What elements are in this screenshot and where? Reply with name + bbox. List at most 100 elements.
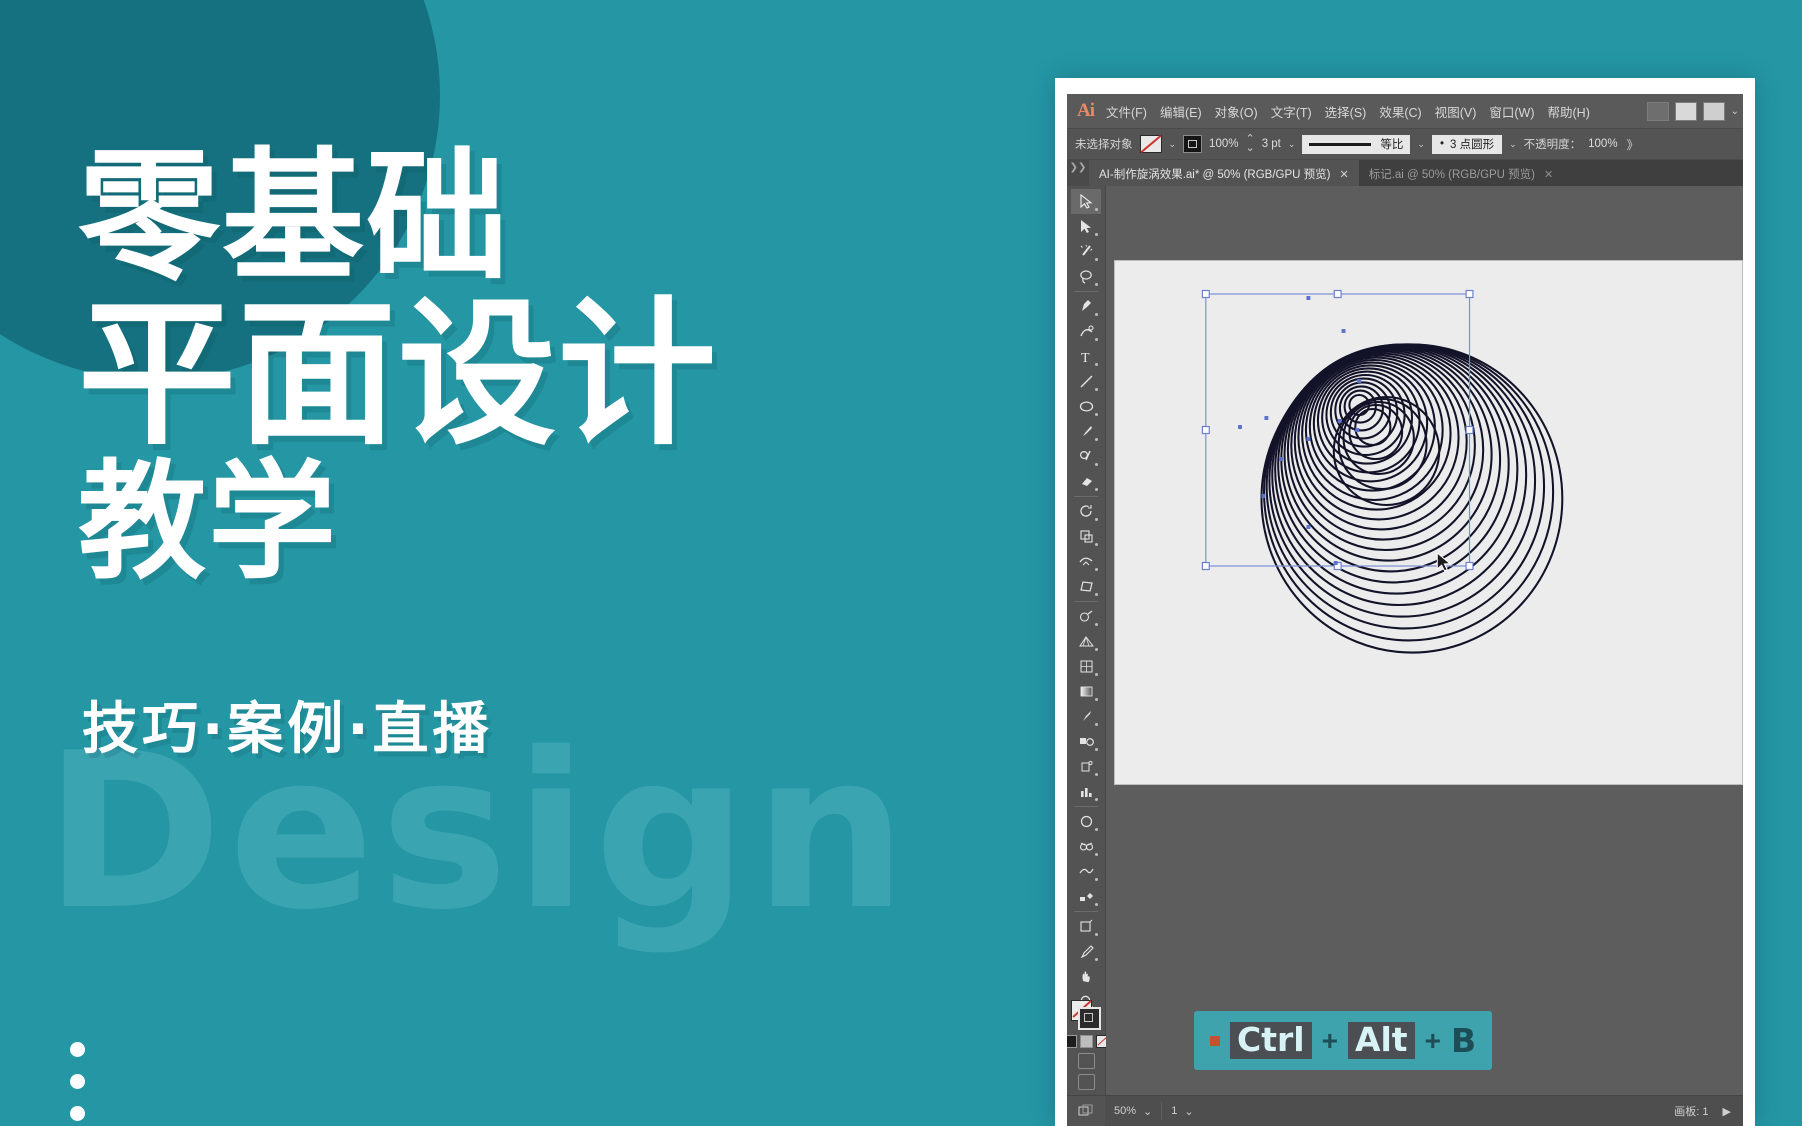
- stroke-profile-chevron-down-icon[interactable]: ⌄: [1417, 139, 1425, 150]
- status-bar-right: 画板: 1 ▶: [1674, 1103, 1743, 1119]
- zoom-area-tool[interactable]: [1071, 884, 1101, 909]
- page-chevron-down-icon[interactable]: ⌄: [1184, 1105, 1193, 1118]
- menu-select[interactable]: 选择(S): [1325, 102, 1367, 121]
- stroke-profile-select[interactable]: 等比: [1302, 134, 1411, 154]
- tool-divider: [1074, 911, 1098, 912]
- pencil-tool[interactable]: [1071, 939, 1101, 964]
- stroke-swatch-icon[interactable]: [1183, 135, 1203, 153]
- slice-tool[interactable]: [1071, 834, 1101, 859]
- svg-text:T: T: [1081, 351, 1090, 364]
- close-icon[interactable]: ✕: [1544, 168, 1553, 181]
- blend-tool[interactable]: [1071, 729, 1101, 754]
- hand-tool[interactable]: [1071, 964, 1101, 989]
- screen-mode-icon[interactable]: [1077, 1074, 1095, 1090]
- close-icon[interactable]: ✕: [1339, 168, 1348, 181]
- tab-document-1[interactable]: AI-制作旋涡效果.ai* @ 50% (RGB/GPU 预览) ✕: [1089, 160, 1359, 188]
- tool-divider: [1074, 601, 1098, 602]
- zoom-chevron-down-icon[interactable]: ⌄: [1143, 1105, 1152, 1118]
- selection-tool[interactable]: [1071, 189, 1101, 214]
- pen-tool[interactable]: [1071, 294, 1101, 319]
- column-graph-tool[interactable]: [1071, 779, 1101, 804]
- type-tool[interactable]: T: [1071, 344, 1101, 369]
- stroke-weight-chevron-down-icon[interactable]: ⌄: [1288, 139, 1296, 150]
- width-tool[interactable]: [1071, 549, 1101, 574]
- menu-object[interactable]: 对象(O): [1215, 102, 1258, 121]
- menu-type[interactable]: 文字(T): [1271, 102, 1312, 121]
- free-transform-tool[interactable]: [1071, 574, 1101, 599]
- color-mode-buttons: [1067, 1035, 1109, 1048]
- stroke-profile-label: 等比: [1380, 139, 1404, 151]
- brush-definition-select[interactable]: • 3 点圆形: [1431, 134, 1503, 154]
- paintbrush-tool[interactable]: [1071, 419, 1101, 444]
- workspace-body: T Ctrl + Alt + B: [1067, 186, 1743, 1096]
- artboard-frame-tool[interactable]: [1071, 914, 1101, 939]
- eraser-tool[interactable]: [1071, 469, 1101, 494]
- tab-document-1-title: AI-制作旋涡效果.ai* @ 50% (RGB/GPU 预览): [1099, 169, 1331, 181]
- plus-sign-1: +: [1321, 1024, 1338, 1056]
- gradient-button-icon[interactable]: [1079, 1035, 1093, 1048]
- menu-bar-right-controls: ⌄: [1646, 94, 1739, 128]
- control-bar-overflow-icon[interactable]: 》: [1627, 136, 1639, 153]
- key-alt: Alt: [1347, 1022, 1415, 1059]
- status-bar: 50% ⌄ 1 ⌄ 画板: 1 ▶: [1067, 1095, 1743, 1126]
- keyboard-shortcut-overlay: Ctrl + Alt + B: [1194, 1011, 1493, 1070]
- fill-swatch-none-icon[interactable]: [1139, 135, 1162, 153]
- arrange-documents-icon[interactable]: [1646, 101, 1669, 121]
- key-ctrl: Ctrl: [1230, 1022, 1312, 1059]
- line-segment-tool[interactable]: [1071, 369, 1101, 394]
- opacity-value[interactable]: 100%: [1588, 138, 1617, 150]
- tab-document-2[interactable]: 标记.ai @ 50% (RGB/GPU 预览) ✕: [1358, 160, 1564, 188]
- rotate-tool[interactable]: [1071, 499, 1101, 524]
- adobe-stock-icon[interactable]: [1674, 101, 1697, 121]
- fill-chevron-down-icon[interactable]: ⌄: [1169, 139, 1177, 150]
- eyedropper-tool[interactable]: [1071, 704, 1101, 729]
- mesh-tool[interactable]: [1071, 654, 1101, 679]
- perspective-grid-tool[interactable]: [1071, 629, 1101, 654]
- decorative-dots: [70, 1042, 85, 1126]
- page-number-field[interactable]: 1 ⌄: [1162, 1105, 1202, 1118]
- title-line-3: 教学: [78, 447, 339, 597]
- menu-edit[interactable]: 编辑(E): [1160, 102, 1202, 121]
- zoom-level-field[interactable]: 50% ⌄: [1105, 1105, 1161, 1118]
- next-artboard-icon[interactable]: ▶: [1723, 1105, 1731, 1118]
- scale-tool[interactable]: [1071, 524, 1101, 549]
- shape-builder-tool[interactable]: [1071, 604, 1101, 629]
- illustrator-window-inner: Ai 文件(F) 编辑(E) 对象(O) 文字(T) 选择(S) 效果(C) 视…: [1067, 94, 1743, 1126]
- artboard[interactable]: [1114, 260, 1743, 785]
- ellipse-tool[interactable]: [1071, 394, 1101, 419]
- brush-chevron-down-icon[interactable]: ⌄: [1509, 139, 1517, 150]
- menu-file[interactable]: 文件(F): [1106, 102, 1147, 121]
- poster-canvas: Design 零基础 平面设计 教学 技巧·案例·直播 Ai 文件(F) 编辑(…: [0, 0, 1802, 1126]
- curvature-tool[interactable]: [1071, 319, 1101, 344]
- stroke-weight-stepper[interactable]: ⌃ ⌄: [1245, 134, 1254, 154]
- magic-wand-tool[interactable]: [1071, 239, 1101, 264]
- direct-selection-tool[interactable]: [1071, 214, 1101, 239]
- symbol-sprayer-tool[interactable]: [1071, 754, 1101, 779]
- puppet-warp-tool[interactable]: [1071, 859, 1101, 884]
- gradient-tool[interactable]: [1071, 679, 1101, 704]
- stroke-opacity-value[interactable]: 100%: [1209, 138, 1238, 150]
- stroke-color-swatch[interactable]: [1078, 1007, 1101, 1030]
- lasso-tool[interactable]: [1071, 264, 1101, 289]
- status-bar-left-icon[interactable]: [1067, 1096, 1105, 1126]
- canvas-area[interactable]: Ctrl + Alt + B: [1106, 186, 1743, 1096]
- tool-divider: [1074, 496, 1098, 497]
- shaper-tool[interactable]: [1071, 444, 1101, 469]
- stroke-weight-value[interactable]: 3 pt: [1262, 138, 1281, 150]
- workspace-chevron-down-icon[interactable]: ⌄: [1731, 106, 1739, 117]
- tab-bar-grip[interactable]: ❯❯: [1067, 160, 1089, 188]
- workspace-switcher-icon[interactable]: [1702, 101, 1725, 121]
- zoom-level-value: 50%: [1114, 1105, 1137, 1117]
- artboard-tool[interactable]: [1071, 809, 1101, 834]
- tab-document-2-title: 标记.ai @ 50% (RGB/GPU 预览): [1368, 169, 1536, 181]
- menu-help[interactable]: 帮助(H): [1548, 102, 1590, 121]
- menu-view[interactable]: 视图(V): [1435, 102, 1477, 121]
- menu-window[interactable]: 窗口(W): [1489, 102, 1534, 121]
- spiral-vortex-artwork[interactable]: [1115, 261, 1742, 784]
- menu-effect[interactable]: 效果(C): [1379, 102, 1421, 121]
- color-button-icon[interactable]: [1067, 1035, 1077, 1048]
- key-b: B: [1450, 1021, 1477, 1060]
- fill-stroke-indicator[interactable]: [1071, 1000, 1101, 1030]
- tool-divider: [1074, 291, 1098, 292]
- drawing-mode-icon[interactable]: [1077, 1053, 1095, 1069]
